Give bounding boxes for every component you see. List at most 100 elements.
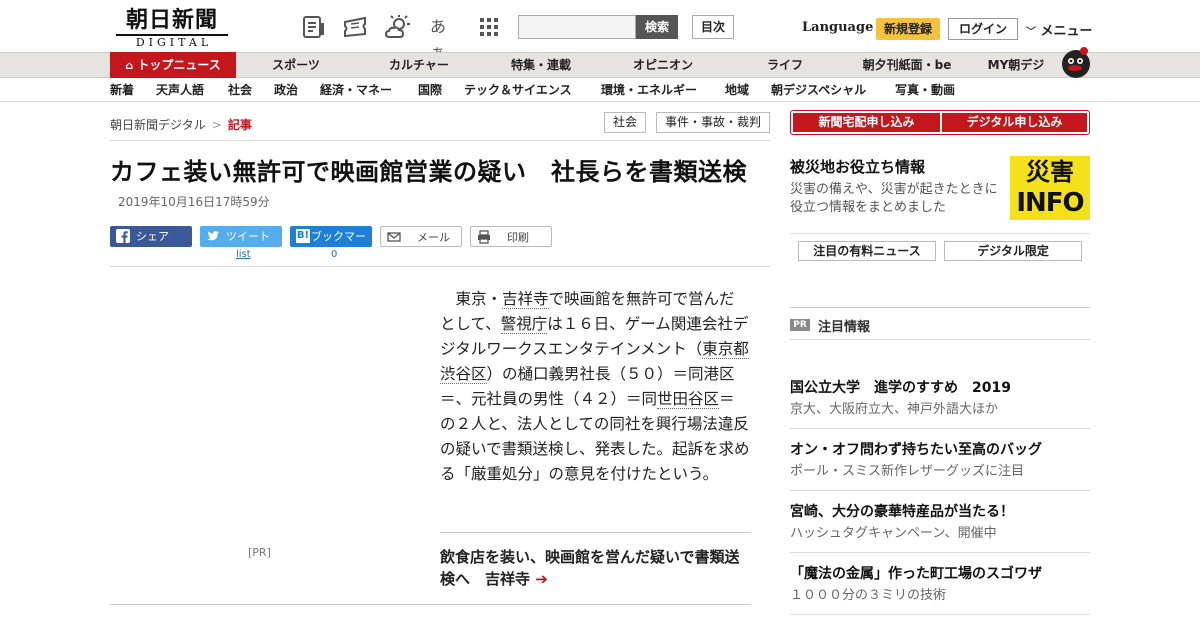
pr-item-title: 国公立大学 進学のすすめ 2019 — [790, 380, 1011, 396]
pr-item[interactable]: 宮崎、大分の豪華特産品が当たる！ ハッシュタグキャンペーン、開催中 — [790, 502, 1090, 544]
pr-item-title: 宮崎、大分の豪華特産品が当たる！ — [790, 504, 1014, 520]
search-input[interactable] — [518, 15, 636, 39]
pr-item-sub: １０００分の３ミリの技術 — [790, 588, 947, 603]
nav2-local[interactable]: 地域 — [725, 78, 749, 102]
mascot-icon[interactable] — [1054, 44, 1092, 78]
disaster-info-title[interactable]: 被災地お役立ち情報 — [790, 156, 925, 177]
share-hatena-button[interactable]: B! ブックマーク — [290, 226, 372, 264]
pr-item-sub: ハッシュタグキャンペーン、開催中 — [790, 526, 997, 541]
divider — [790, 233, 1090, 234]
grid-icon[interactable] — [476, 14, 502, 40]
article-headline: カフェ装い無許可で映画館営業の疑い 社長らを書類送検 — [110, 158, 747, 186]
nav2-tech[interactable]: テック＆サイエンス — [464, 78, 572, 102]
nav-features[interactable]: 特集・連載 — [494, 53, 588, 77]
nav-paper[interactable]: 朝夕刊紙面・be — [850, 53, 964, 77]
subscribe-digital-button[interactable]: デジタル申し込み — [942, 113, 1087, 132]
share-print-label: 印刷 — [507, 231, 529, 244]
disaster-badge-line1: 災害 — [1026, 158, 1074, 186]
divider — [790, 614, 1090, 615]
nav-top-news[interactable]: ⌂ トップニュース — [110, 52, 236, 78]
related-article-link[interactable]: 飲食店を装い、映画館を営んだ疑いで書類送検へ 吉祥寺 ➔ — [440, 546, 752, 590]
divider — [790, 552, 1090, 553]
share-print-button[interactable]: 印刷 — [470, 226, 552, 247]
share-twitter-button[interactable]: ツイート — [200, 226, 282, 247]
divider — [790, 339, 1090, 340]
nav2-latest[interactable]: 新着 — [110, 78, 134, 102]
pr-badge: PR — [790, 319, 810, 331]
keyword-link[interactable]: 吉祥寺 — [502, 290, 549, 309]
share-mail-button[interactable]: メール — [380, 226, 462, 247]
nav-opinion[interactable]: オピニオン — [614, 53, 712, 77]
twitter-count[interactable]: list — [236, 249, 251, 260]
login-button[interactable]: ログイン — [948, 18, 1018, 40]
toc-button[interactable]: 目次 — [692, 15, 734, 39]
pr-item[interactable]: 「魔法の金属」作った町工場のスゴワザ １０００分の３ミリの技術 — [790, 564, 1090, 606]
hatena-count[interactable]: 0 — [331, 249, 337, 260]
share-facebook-label: シェア — [136, 230, 169, 243]
nav2-special[interactable]: 朝デジスペシャル — [771, 78, 866, 102]
related-article-title: 飲食店を装い、映画館を営んだ疑いで書類送検へ 吉祥寺 — [440, 548, 740, 588]
search-button[interactable]: 検索 — [636, 15, 678, 39]
subscribe-paper-button[interactable]: 新聞宅配申し込み — [793, 113, 940, 132]
nav2-photo-video[interactable]: 写真・動画 — [895, 78, 955, 102]
weather-icon[interactable] — [385, 14, 411, 40]
tab-paid-news[interactable]: 注目の有料ニュース — [798, 241, 936, 261]
register-button[interactable]: 新規登録 — [876, 18, 940, 40]
hatena-icon: B! — [296, 229, 310, 243]
nav2-economy[interactable]: 経済・マネー — [320, 78, 392, 102]
arrow-right-icon: ➔ — [535, 570, 548, 588]
nav2-tensei[interactable]: 天声人語 — [156, 78, 204, 102]
menu-button[interactable]: ﹀ メニュー — [1026, 20, 1093, 39]
menu-label: メニュー — [1040, 24, 1093, 39]
font-size-icon[interactable]: あぁ — [430, 14, 456, 62]
divider — [110, 266, 770, 267]
site-header: 朝日新聞 DIGITAL あぁ 検索 目次 Language 新規登録 ログイン… — [0, 0, 1200, 62]
tab-digital-only[interactable]: デジタル限定 — [944, 241, 1082, 261]
pr-item[interactable]: オン・オフ問わず持ちたい至高のバッグ ポール・スミス新作レザーグッズに注目 — [790, 440, 1090, 482]
subscribe-box: 新聞宅配申し込み デジタル申し込み — [790, 110, 1090, 135]
tag-incident[interactable]: 事件・事故・裁判 — [656, 112, 770, 133]
nav2-environment[interactable]: 環境・エネルギー — [601, 78, 697, 102]
disaster-badge-line2: INFO — [1016, 188, 1084, 218]
home-icon: ⌂ — [125, 59, 134, 72]
keyword-link[interactable]: 渋谷区 — [440, 365, 487, 384]
nav-culture[interactable]: カルチャー — [370, 53, 468, 77]
mail-icon — [387, 232, 401, 242]
keyword-link[interactable]: 警視庁 — [500, 315, 548, 334]
site-logo[interactable]: 朝日新聞 DIGITAL — [116, 7, 228, 49]
divider — [110, 604, 751, 605]
disaster-info-badge[interactable]: 災害 INFO — [1010, 156, 1090, 220]
newspaper-icon[interactable] — [301, 14, 327, 40]
article-date: 2019年10月16日17時59分 — [118, 195, 270, 209]
pr-item-title: 「魔法の金属」作った町工場のスゴワザ — [790, 566, 1042, 582]
share-mail-label: メール — [417, 231, 450, 244]
nav2-politics[interactable]: 政治 — [274, 78, 298, 102]
divider — [440, 532, 751, 533]
tag-society[interactable]: 社会 — [604, 112, 646, 133]
disaster-info-desc: 災害の備えや、災害が起きたときに役立つ情報をまとめました — [790, 182, 998, 215]
nav-sports[interactable]: スポーツ — [250, 53, 342, 77]
breadcrumb: 朝日新聞デジタル > 記事 — [110, 116, 252, 133]
logo-title: 朝日新聞 — [125, 7, 218, 33]
nav-my-asahi[interactable]: MY朝デジ — [978, 53, 1054, 77]
pr-item[interactable]: 国公立大学 進学のすすめ 2019 京大、大阪府立大、神戸外語大ほか — [790, 378, 1090, 420]
nav-top-news-label: トップニュース — [137, 58, 221, 72]
secondary-nav: 新着 天声人語 社会 政治 経済・マネー 国際 テック＆サイエンス 環境・エネル… — [0, 78, 1200, 102]
print-icon — [478, 230, 490, 244]
share-facebook-button[interactable]: シェア — [110, 226, 192, 247]
keyword-link[interactable]: 世田谷区 — [657, 390, 720, 409]
ad-label: [PR] — [248, 546, 271, 559]
share-twitter-label: ツイート — [226, 230, 270, 243]
keyword-link[interactable]: 東京都 — [702, 340, 749, 359]
nav2-society[interactable]: 社会 — [228, 78, 252, 102]
pr-item-sub: 京大、大阪府立大、神戸外語大ほか — [790, 402, 999, 417]
nav-life[interactable]: ライフ — [740, 53, 830, 77]
article-body: 東京・吉祥寺で映画館を無許可で営んだとして、警視庁は１６日、ゲーム関連会社デジタ… — [440, 287, 750, 487]
body-text: 東京・ — [440, 290, 503, 308]
ticket-icon[interactable] — [342, 14, 368, 40]
nav2-international[interactable]: 国際 — [418, 78, 442, 102]
pr-section-title: 注目情報 — [818, 320, 871, 335]
facebook-icon — [116, 229, 130, 243]
breadcrumb-home[interactable]: 朝日新聞デジタル — [110, 118, 206, 132]
language-link[interactable]: Language — [802, 20, 873, 35]
